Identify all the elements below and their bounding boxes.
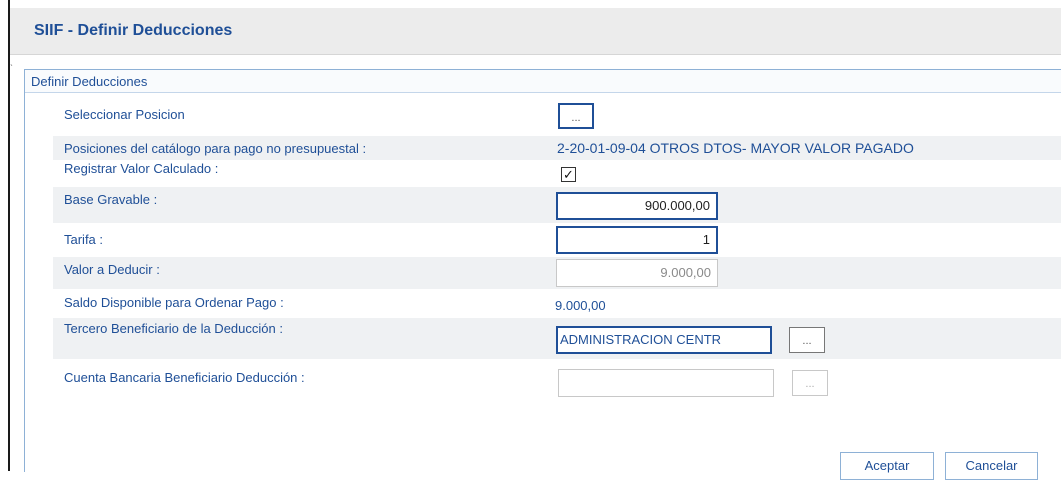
aceptar-button[interactable]: Aceptar xyxy=(840,452,934,480)
tarifa-input[interactable]: 1 xyxy=(556,226,718,254)
tarifa-label: Tarifa : xyxy=(64,232,104,247)
checkmark-icon: ✓ xyxy=(563,167,574,182)
valor-deducir-input: 9.000,00 xyxy=(556,259,718,287)
base-gravable-label: Base Gravable : xyxy=(64,192,158,207)
cuenta-bancaria-button: ... xyxy=(792,370,828,396)
panel-title: Definir Deducciones xyxy=(31,74,148,89)
panel-header: Definir Deducciones xyxy=(25,70,1061,93)
tercero-beneficiario-input[interactable]: ADMINISTRACION CENTR xyxy=(556,326,772,354)
seleccionar-posicion-label: Seleccionar Posicion xyxy=(64,107,185,122)
posiciones-catalogo-label: Posiciones del catálogo para pago no pre… xyxy=(64,141,367,156)
cancelar-button[interactable]: Cancelar xyxy=(945,452,1038,480)
tercero-beneficiario-button[interactable]: ... xyxy=(789,327,825,353)
saldo-disponible-label: Saldo Disponible para Ordenar Pago : xyxy=(64,295,284,310)
posiciones-catalogo-value: 2-20-01-09-04 OTROS DTOS- MAYOR VALOR PA… xyxy=(557,140,914,156)
tick-mark: ˎ xyxy=(10,56,14,67)
registrar-valor-label: Registrar Valor Calculado : xyxy=(64,161,219,176)
seleccionar-posicion-button[interactable]: ... xyxy=(558,103,594,129)
base-gravable-input[interactable]: 900.000,00 xyxy=(556,192,718,220)
registrar-valor-checkbox[interactable]: ✓ xyxy=(561,167,576,182)
tercero-beneficiario-label: Tercero Beneficiario de la Deducción : xyxy=(64,321,283,336)
cuenta-bancaria-input xyxy=(558,369,774,397)
window-title: SIIF - Definir Deducciones xyxy=(34,22,233,39)
valor-deducir-label: Valor a Deducir : xyxy=(64,262,160,277)
cuenta-bancaria-label: Cuenta Bancaria Beneficiario Deducción : xyxy=(64,370,305,385)
saldo-disponible-value: 9.000,00 xyxy=(555,298,606,313)
title-bar: SIIF - Definir Deducciones xyxy=(10,8,1061,55)
